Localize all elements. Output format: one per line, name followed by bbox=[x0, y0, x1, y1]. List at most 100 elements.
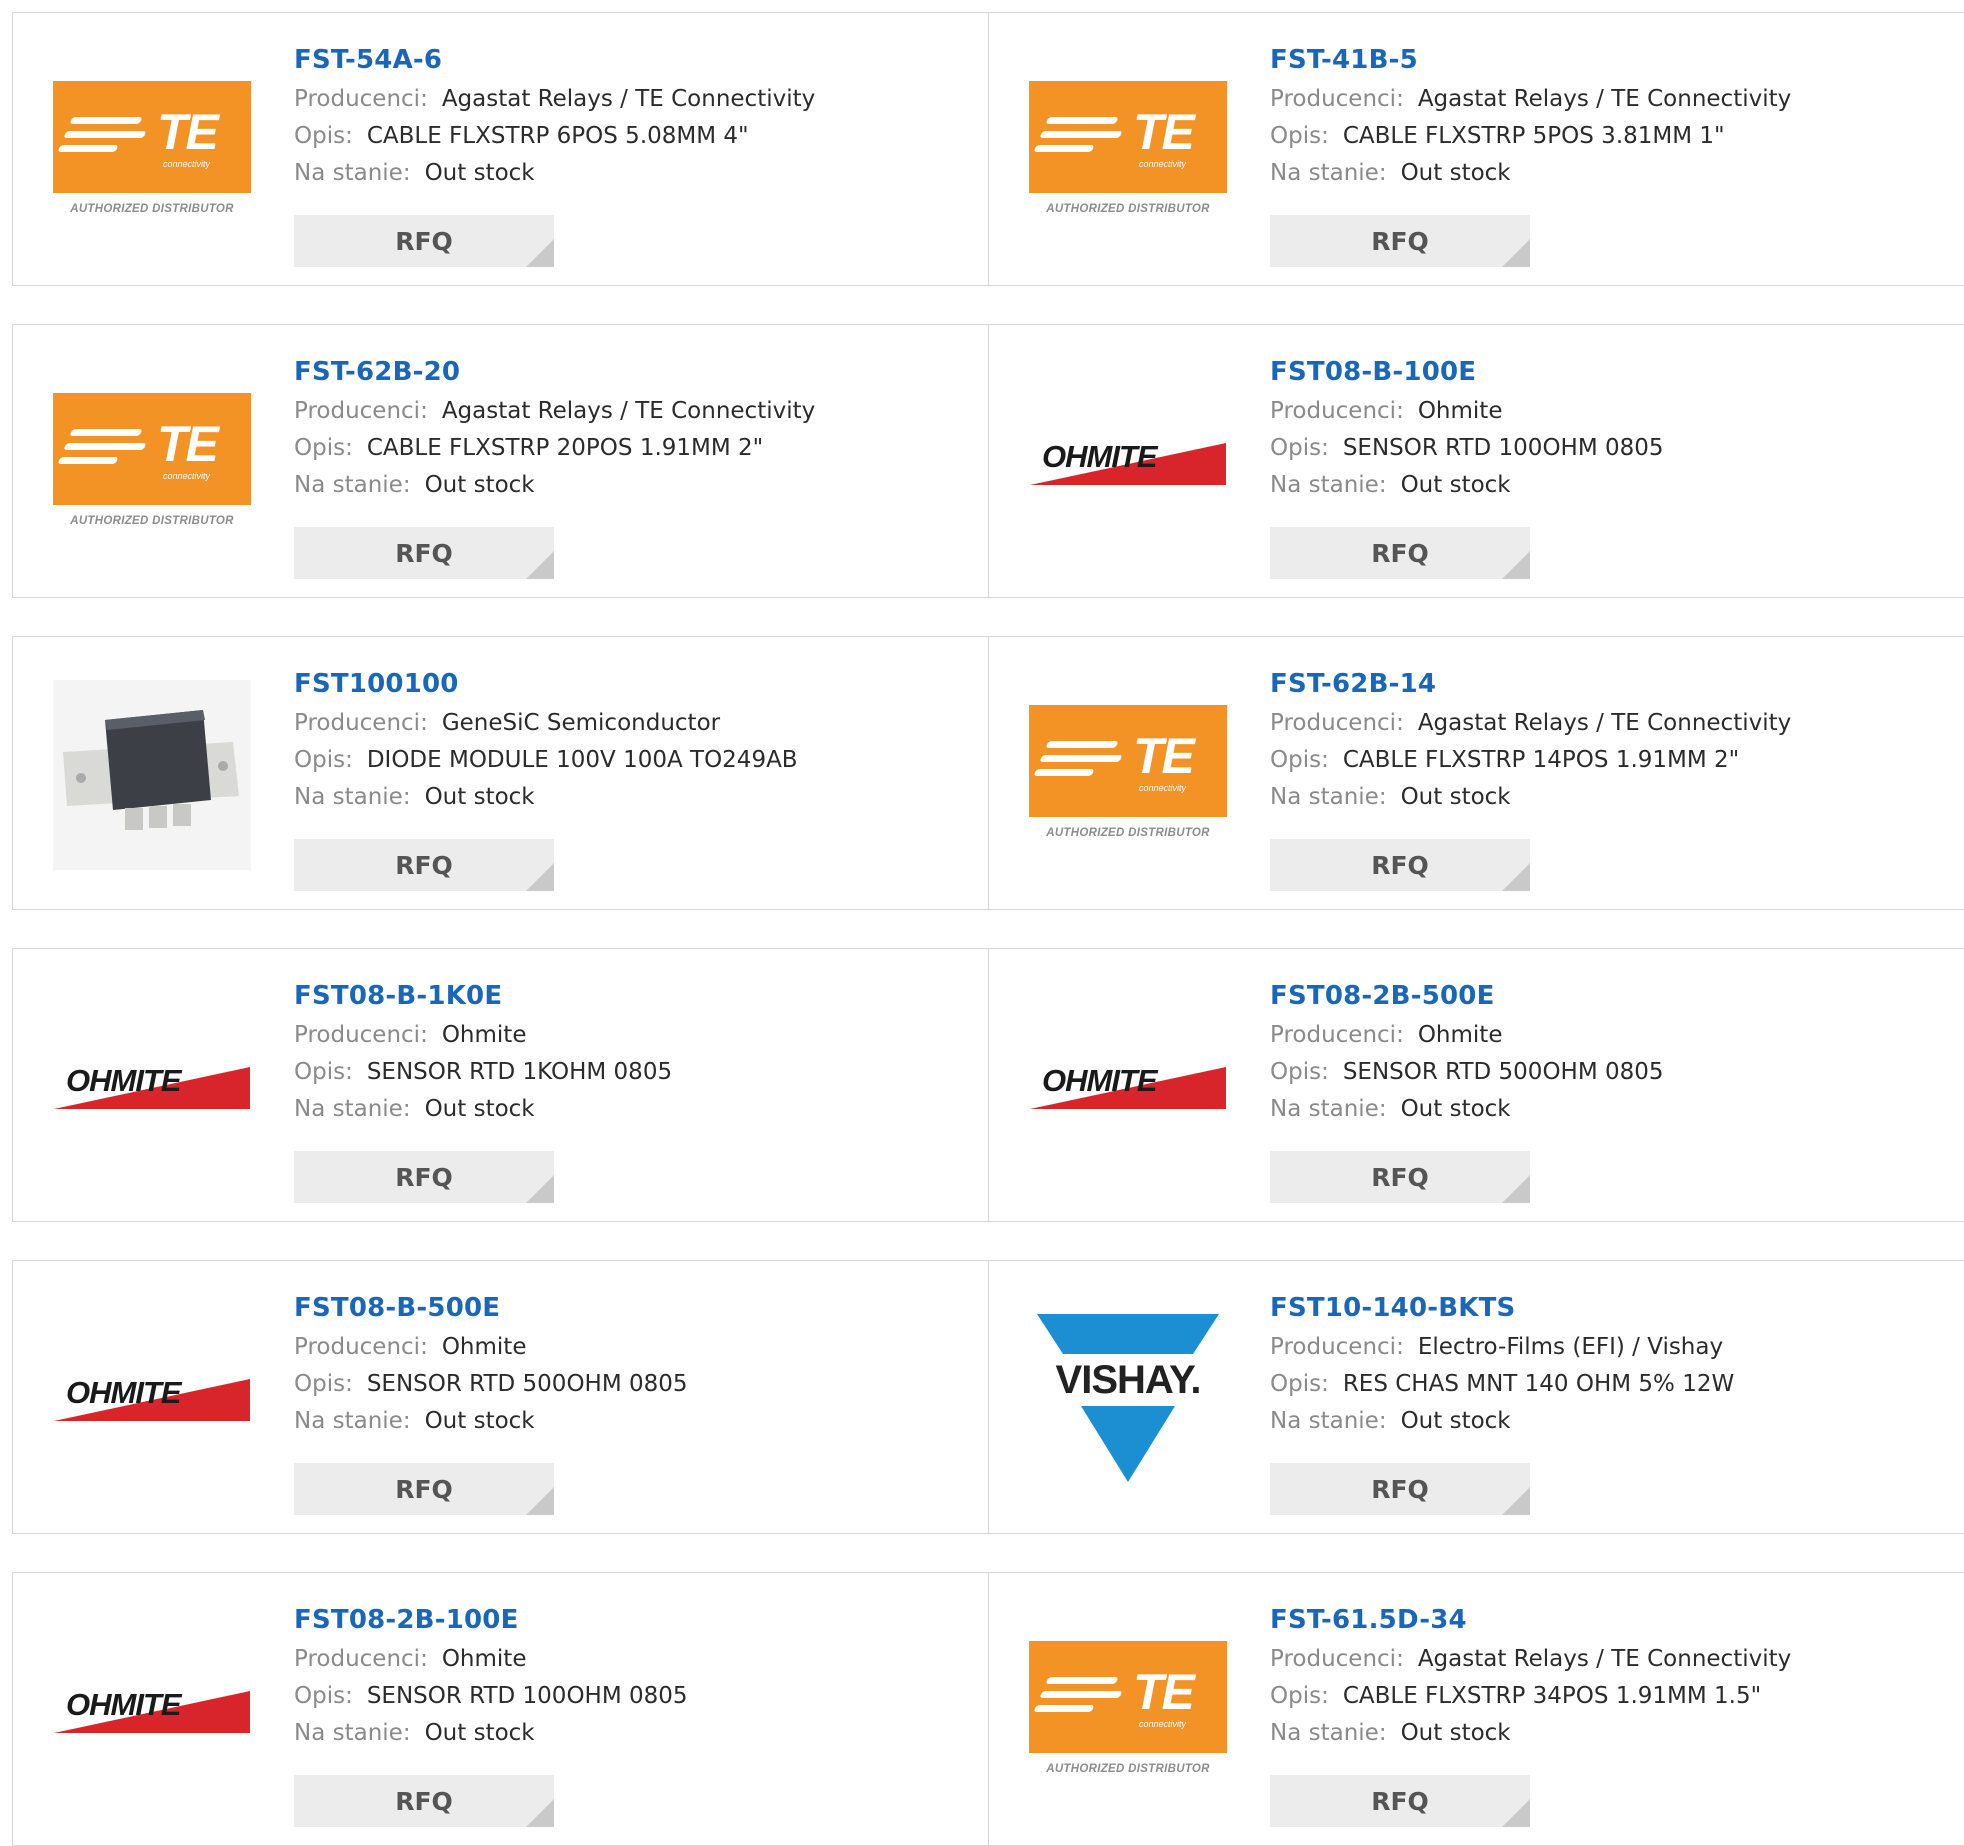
manufacturer-value: Agastat Relays / TE Connectivity bbox=[1417, 710, 1792, 736]
product-info: FST08-B-100E Producenci: Ohmite Opis: SENS… bbox=[1270, 355, 1930, 504]
manufacturer-value: Ohmite bbox=[441, 1022, 527, 1048]
rfq-label: RFQ bbox=[1371, 226, 1429, 256]
description-value: DIODE MODULE 100V 100A TO249AB bbox=[366, 747, 798, 773]
rfq-button[interactable]: RFQ bbox=[1270, 527, 1530, 579]
rfq-button[interactable]: RFQ bbox=[1270, 839, 1530, 891]
description-label: Opis: bbox=[1270, 123, 1329, 149]
stock-value: Out stock bbox=[1400, 1096, 1511, 1122]
stock-value: Out stock bbox=[1400, 1408, 1511, 1434]
stock-row: Na stanie: Out stock bbox=[294, 1403, 954, 1440]
stock-label: Na stanie: bbox=[294, 160, 411, 186]
manufacturer-logo[interactable]: OHMITE bbox=[1029, 1017, 1227, 1157]
product-card: TE connectivity AUTHORIZED DISTRIBUTOR FST… bbox=[988, 636, 1964, 910]
description-row: Opis: CABLE FLXSTRP 6POS 5.08MM 4" bbox=[294, 118, 954, 155]
part-number-link[interactable]: FST08-2B-500E bbox=[1270, 979, 1930, 1013]
manufacturer-value: GeneSiC Semiconductor bbox=[441, 710, 721, 736]
part-number-link[interactable]: FST-61.5D-34 bbox=[1270, 1603, 1930, 1637]
manufacturer-logo[interactable]: TE connectivity AUTHORIZED DISTRIBUTOR bbox=[1029, 1641, 1227, 1781]
manufacturer-value: Agastat Relays / TE Connectivity bbox=[1417, 1646, 1792, 1672]
te-bars-icon bbox=[1033, 117, 1123, 159]
corner-triangle-icon bbox=[526, 1487, 554, 1515]
manufacturer-row: Producenci: Ohmite bbox=[1270, 1017, 1930, 1054]
part-number-link[interactable]: FST08-B-100E bbox=[1270, 355, 1930, 389]
description-label: Opis: bbox=[294, 435, 353, 461]
stock-label: Na stanie: bbox=[1270, 160, 1387, 186]
stock-row: Na stanie: Out stock bbox=[294, 467, 954, 504]
part-number-link[interactable]: FST-54A-6 bbox=[294, 43, 954, 77]
part-number-link[interactable]: FST-62B-20 bbox=[294, 355, 954, 389]
product-row: TE connectivity AUTHORIZED DISTRIBUTOR FST… bbox=[12, 12, 1964, 286]
manufacturer-logo[interactable]: OHMITE bbox=[53, 1017, 251, 1157]
manufacturer-logo[interactable]: VISHAY. bbox=[1029, 1314, 1227, 1482]
product-info: FST08-B-1K0E Producenci: Ohmite Opis: SENS… bbox=[294, 979, 954, 1128]
manufacturer-label: Producenci: bbox=[294, 1334, 428, 1360]
manufacturer-label: Producenci: bbox=[294, 86, 428, 112]
stock-row: Na stanie: Out stock bbox=[1270, 1403, 1930, 1440]
product-info: FST08-2B-500E Producenci: Ohmite Opis: SEN… bbox=[1270, 979, 1930, 1128]
product-info: FST08-B-500E Producenci: Ohmite Opis: SENS… bbox=[294, 1291, 954, 1440]
stock-value: Out stock bbox=[424, 160, 535, 186]
rfq-button[interactable]: RFQ bbox=[1270, 1775, 1530, 1827]
manufacturer-logo[interactable]: OHMITE bbox=[1029, 393, 1227, 533]
part-number-link[interactable]: FST08-2B-100E bbox=[294, 1603, 954, 1637]
part-number-link[interactable]: FST08-B-1K0E bbox=[294, 979, 954, 1013]
description-label: Opis: bbox=[1270, 1059, 1329, 1085]
part-number-link[interactable]: FST10-140-BKTS bbox=[1270, 1291, 1930, 1325]
manufacturer-value: Agastat Relays / TE Connectivity bbox=[441, 86, 816, 112]
manufacturer-label: Producenci: bbox=[1270, 710, 1404, 736]
manufacturer-logo[interactable]: TE connectivity AUTHORIZED DISTRIBUTOR bbox=[53, 81, 251, 221]
te-logo-box: TE connectivity bbox=[1029, 81, 1227, 193]
product-card: TE connectivity AUTHORIZED DISTRIBUTOR FST… bbox=[12, 12, 989, 286]
manufacturer-logo[interactable]: OHMITE bbox=[53, 1329, 251, 1469]
rfq-label: RFQ bbox=[1371, 538, 1429, 568]
part-number-link[interactable]: FST08-B-500E bbox=[294, 1291, 954, 1325]
manufacturer-label: Producenci: bbox=[1270, 1334, 1404, 1360]
ohmite-text: OHMITE bbox=[1042, 439, 1158, 474]
description-label: Opis: bbox=[1270, 1371, 1329, 1397]
manufacturer-logo[interactable]: TE connectivity AUTHORIZED DISTRIBUTOR bbox=[1029, 81, 1227, 221]
corner-triangle-icon bbox=[1502, 863, 1530, 891]
manufacturer-logo[interactable]: TE connectivity AUTHORIZED DISTRIBUTOR bbox=[1029, 705, 1227, 845]
part-number-link[interactable]: FST-62B-14 bbox=[1270, 667, 1930, 701]
te-connectivity-logo: TE connectivity AUTHORIZED DISTRIBUTOR bbox=[1029, 81, 1227, 221]
te-connectivity-logo: TE connectivity AUTHORIZED DISTRIBUTOR bbox=[53, 81, 251, 221]
ohmite-logo: OHMITE bbox=[1030, 435, 1226, 491]
manufacturer-logo[interactable]: OHMITE bbox=[53, 1641, 251, 1781]
manufacturer-logo[interactable] bbox=[53, 680, 251, 870]
te-mark: TE bbox=[157, 416, 219, 472]
rfq-button[interactable]: RFQ bbox=[294, 839, 554, 891]
manufacturer-row: Producenci: Agastat Relays / TE Connectiv… bbox=[294, 81, 954, 118]
part-number-link[interactable]: FST100100 bbox=[294, 667, 954, 701]
manufacturer-logo[interactable]: TE connectivity AUTHORIZED DISTRIBUTOR bbox=[53, 393, 251, 533]
stock-label: Na stanie: bbox=[294, 1408, 411, 1434]
te-logo-box: TE connectivity bbox=[1029, 1641, 1227, 1753]
corner-triangle-icon bbox=[1502, 1175, 1530, 1203]
rfq-button[interactable]: RFQ bbox=[1270, 215, 1530, 267]
description-label: Opis: bbox=[1270, 435, 1329, 461]
product-card: TE connectivity AUTHORIZED DISTRIBUTOR FST… bbox=[988, 1572, 1964, 1846]
stock-row: Na stanie: Out stock bbox=[1270, 155, 1930, 192]
stock-row: Na stanie: Out stock bbox=[294, 1091, 954, 1128]
rfq-button[interactable]: RFQ bbox=[1270, 1463, 1530, 1515]
product-info: FST-62B-20 Producenci: Agastat Relays / T… bbox=[294, 355, 954, 504]
description-row: Opis: SENSOR RTD 500OHM 0805 bbox=[1270, 1054, 1930, 1091]
rfq-button[interactable]: RFQ bbox=[294, 527, 554, 579]
rfq-button[interactable]: RFQ bbox=[294, 1151, 554, 1203]
stock-label: Na stanie: bbox=[294, 1096, 411, 1122]
rfq-button[interactable]: RFQ bbox=[1270, 1151, 1530, 1203]
rfq-label: RFQ bbox=[395, 1786, 453, 1816]
stock-row: Na stanie: Out stock bbox=[1270, 1091, 1930, 1128]
manufacturer-row: Producenci: Ohmite bbox=[294, 1329, 954, 1366]
product-row: OHMITE FST08-B-1K0E Producenci: Ohmite Op… bbox=[12, 948, 1964, 1222]
description-row: Opis: SENSOR RTD 100OHM 0805 bbox=[1270, 430, 1930, 467]
stock-label: Na stanie: bbox=[294, 1720, 411, 1746]
part-number-link[interactable]: FST-41B-5 bbox=[1270, 43, 1930, 77]
product-card: OHMITE FST08-B-1K0E Producenci: Ohmite Op… bbox=[12, 948, 989, 1222]
product-info: FST100100 Producenci: GeneSiC Semiconduct… bbox=[294, 667, 954, 816]
product-row: FST100100 Producenci: GeneSiC Semiconduct… bbox=[12, 636, 1964, 910]
rfq-button[interactable]: RFQ bbox=[294, 215, 554, 267]
rfq-button[interactable]: RFQ bbox=[294, 1463, 554, 1515]
rfq-label: RFQ bbox=[1371, 850, 1429, 880]
rfq-label: RFQ bbox=[395, 538, 453, 568]
rfq-button[interactable]: RFQ bbox=[294, 1775, 554, 1827]
